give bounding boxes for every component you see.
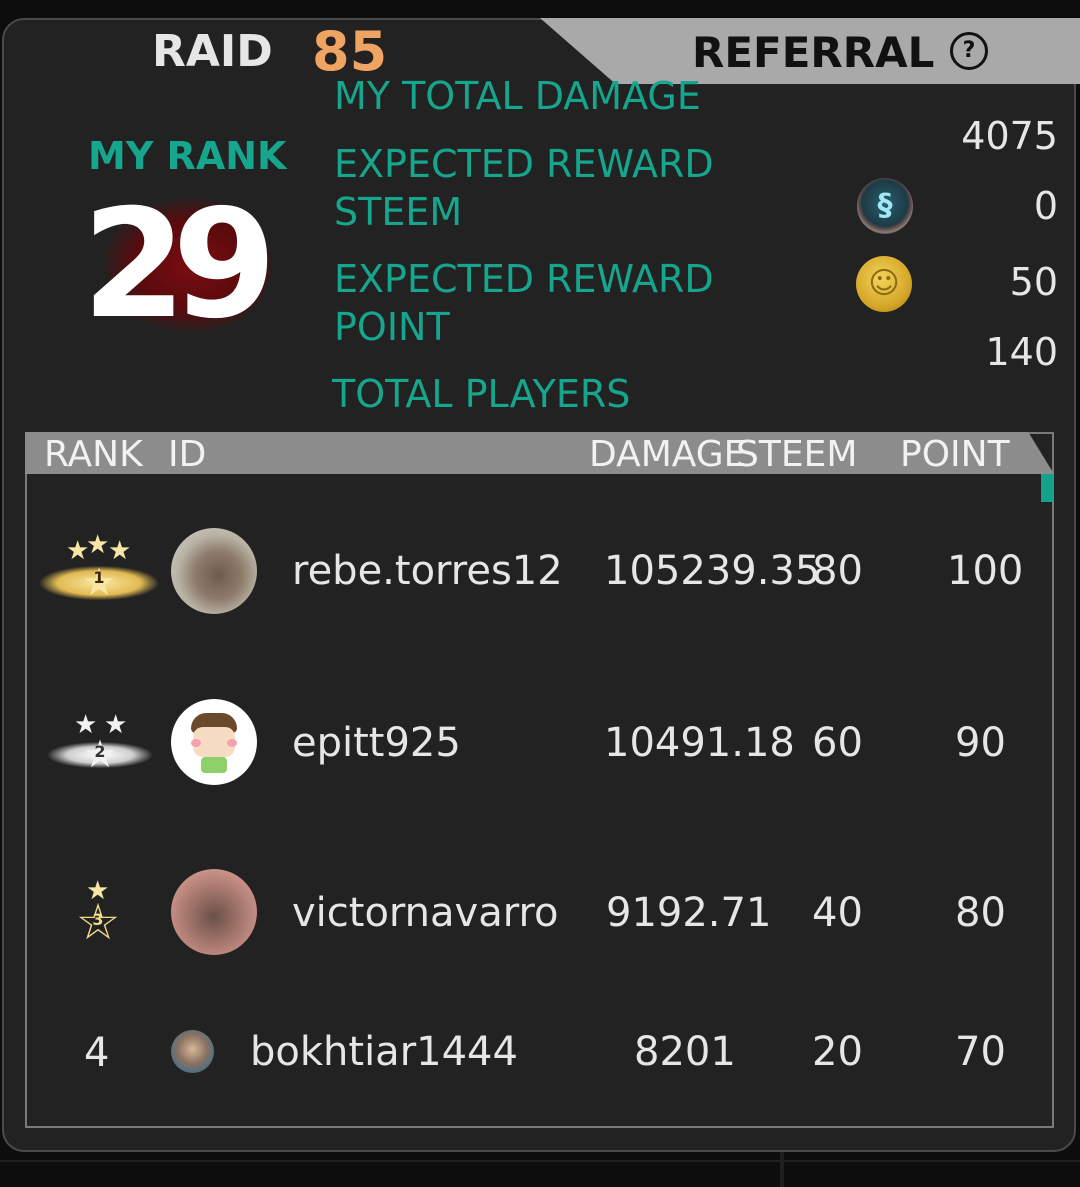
rank-3-medal-icon: ★ ☆ 3 — [75, 876, 121, 951]
player-id: bokhtiar1444 — [250, 1029, 518, 1075]
reward-steem-label-line2: STEEM — [334, 190, 463, 234]
player-id: victornavarro — [292, 890, 559, 936]
my-rank-value: 29 — [82, 178, 277, 352]
avatar — [171, 869, 257, 955]
reward-point-value: 50 — [1009, 260, 1058, 304]
player-steem: 40 — [812, 890, 863, 936]
player-steem: 20 — [812, 1029, 863, 1075]
total-players-label: TOTAL PLAYERS — [332, 372, 631, 416]
tab-referral-label[interactable]: REFERRAL — [692, 28, 934, 77]
steem-coin-icon: § — [857, 178, 913, 234]
player-steem: 80 — [812, 548, 863, 594]
scrollbar-thumb[interactable] — [1041, 474, 1053, 502]
total-damage-value: 4075 — [961, 114, 1058, 158]
leaderboard-table — [25, 432, 1054, 1128]
rank-2-medal-icon: ★ ★ ★ 2 — [48, 710, 152, 776]
rank-1-medal-icon: ★ ★ ★ ★ 1 — [40, 530, 158, 608]
player-rank: 4 — [84, 1030, 110, 1076]
player-steem: 60 — [812, 720, 863, 766]
reward-steem-label: EXPECTED REWARD — [334, 142, 714, 186]
total-players-value: 140 — [985, 330, 1058, 374]
player-point: 70 — [955, 1029, 1006, 1075]
reward-steem-value: 0 — [1033, 184, 1058, 228]
player-damage: 8201 — [634, 1029, 736, 1075]
player-point: 80 — [955, 890, 1006, 936]
reward-point-label-line2: POINT — [334, 305, 450, 349]
background-line — [780, 1150, 784, 1187]
total-damage-label: MY TOTAL DAMAGE — [334, 74, 701, 118]
player-point: 90 — [955, 720, 1006, 766]
player-id: rebe.torres12 — [292, 548, 563, 594]
avatar — [171, 528, 257, 614]
header-point: POINT — [900, 434, 1010, 475]
my-rank-label: MY RANK — [88, 134, 287, 178]
header-damage: DAMAGE — [589, 434, 747, 475]
player-id: epitt925 — [292, 720, 461, 766]
player-point: 100 — [947, 548, 1024, 594]
help-icon[interactable]: ? — [950, 32, 988, 70]
header-steem: STEEM — [736, 434, 858, 475]
avatar — [171, 699, 257, 785]
header-rank: RANK — [44, 434, 143, 475]
point-coin-icon: ☺ — [856, 256, 912, 312]
background-line — [0, 1160, 1080, 1162]
tab-raid[interactable]: RAID — [152, 26, 273, 77]
reward-point-label: EXPECTED REWARD — [334, 257, 714, 301]
player-damage: 9192.71 — [606, 890, 772, 936]
player-damage: 105239.35 — [604, 548, 821, 594]
player-damage: 10491.18 — [604, 720, 795, 766]
header-id: ID — [168, 434, 207, 475]
avatar — [171, 1030, 214, 1073]
